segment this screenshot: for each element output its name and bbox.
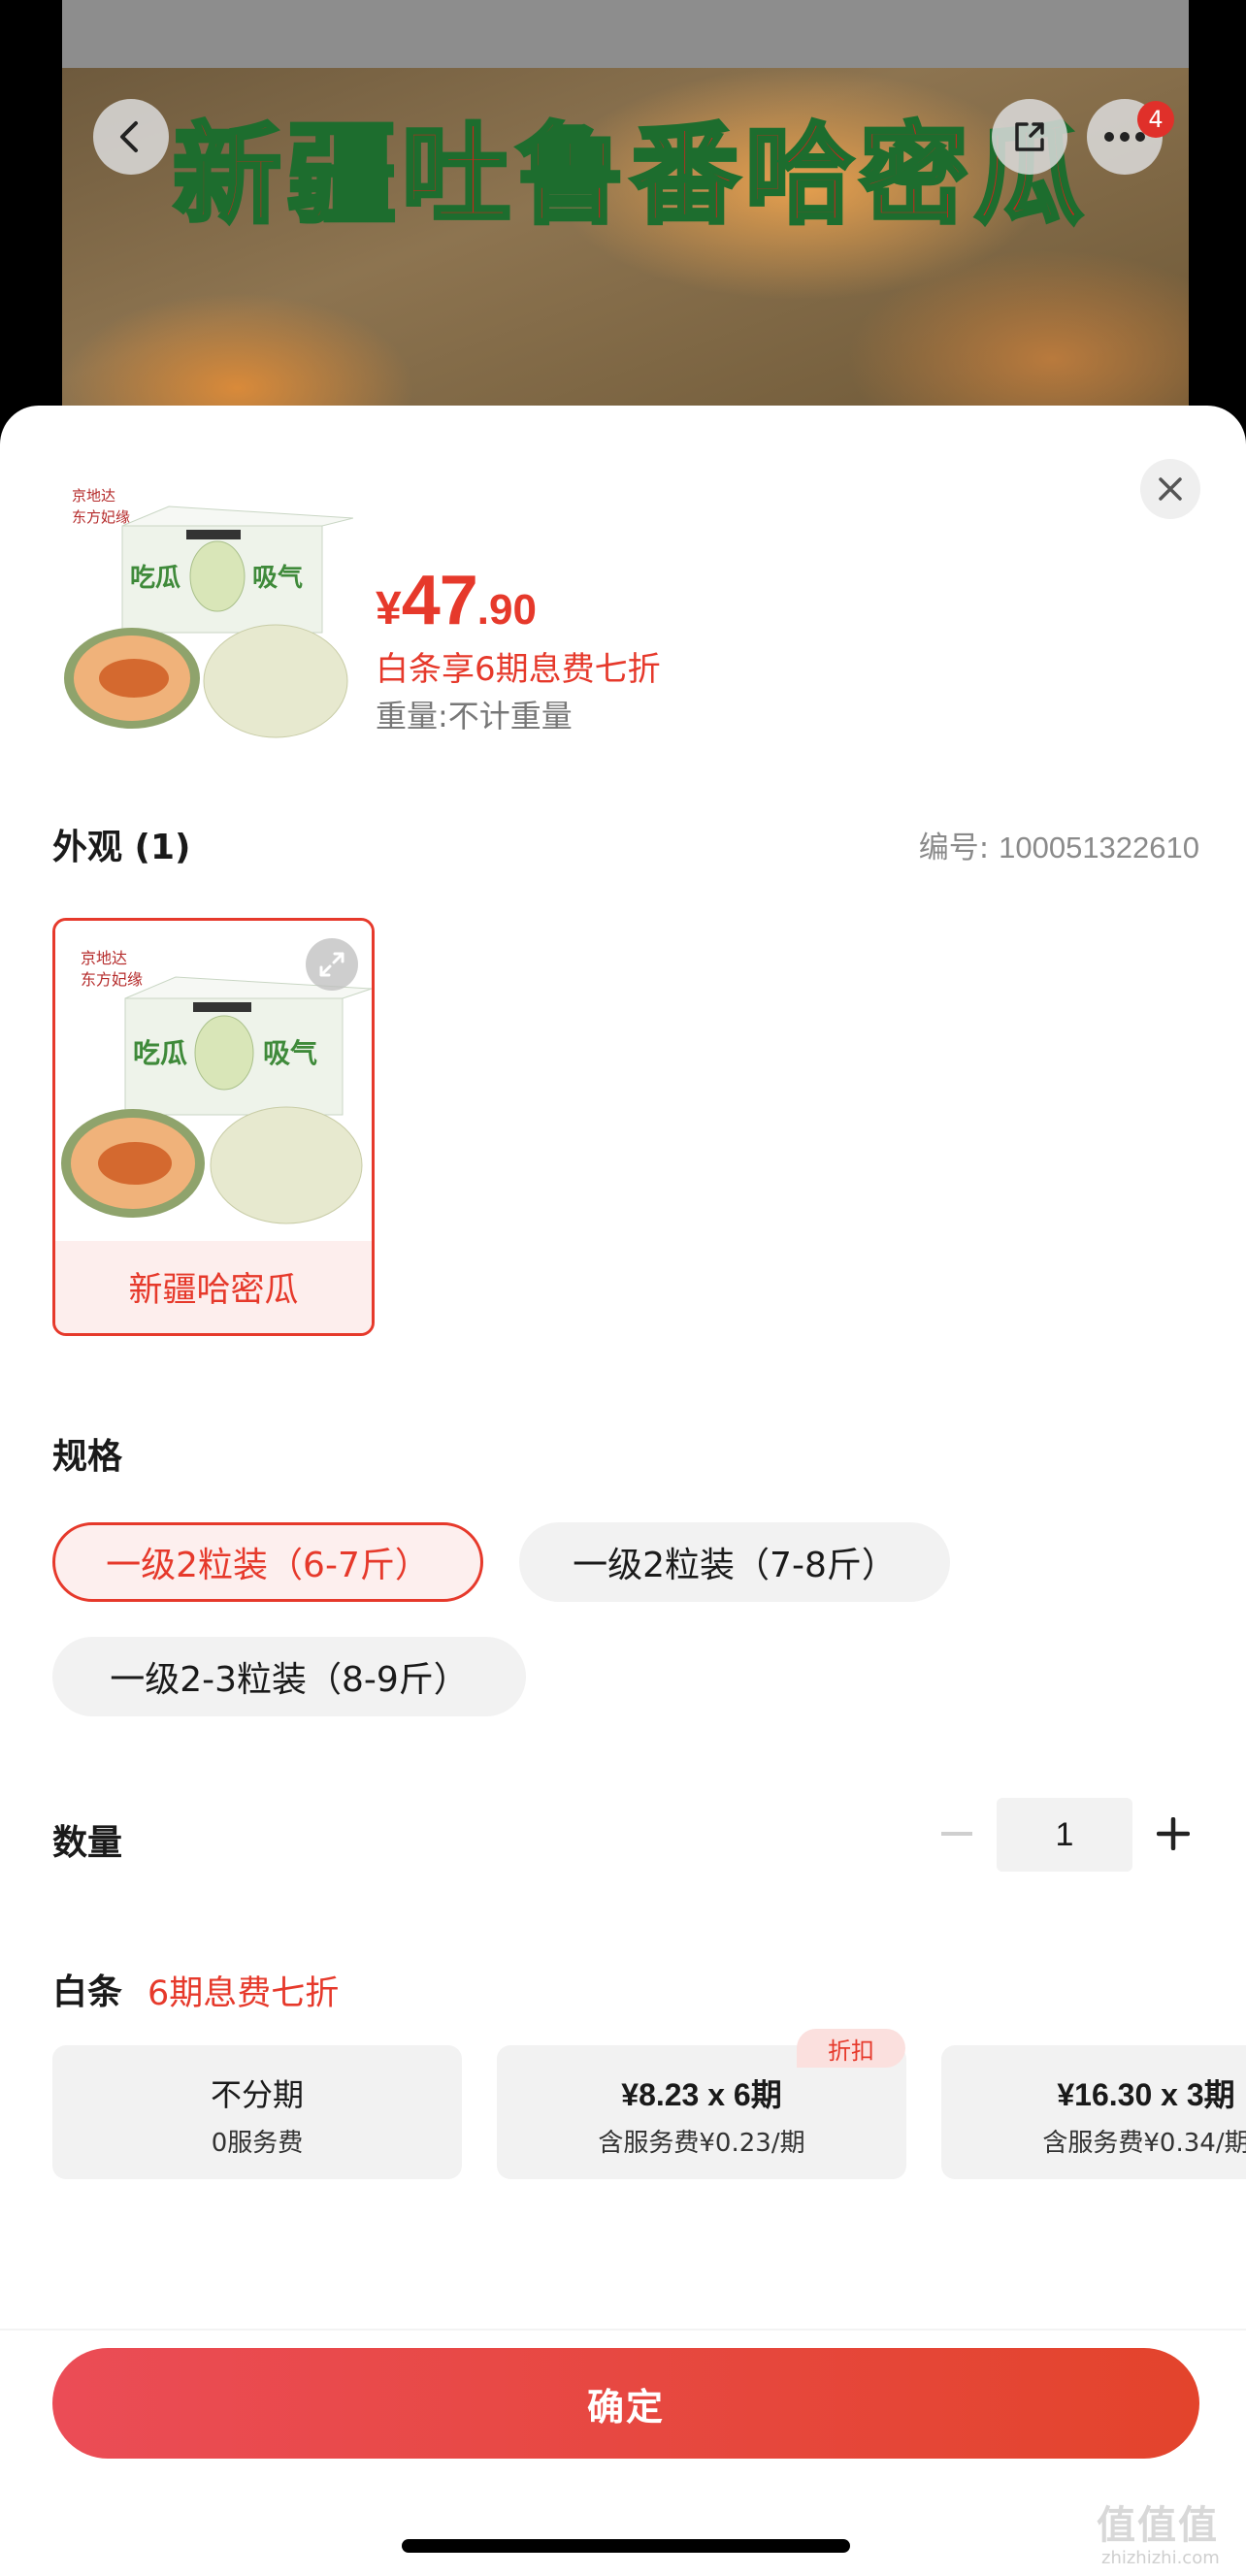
- svg-text:吸气: 吸气: [252, 563, 303, 593]
- expand-image-button[interactable]: [306, 938, 358, 991]
- installment-plan-3[interactable]: ¥16.30 x 3期 含服务费¥0.34/期: [941, 2045, 1246, 2179]
- chevron-left-icon: [120, 121, 138, 152]
- svg-text:吃瓜: 吃瓜: [133, 1037, 187, 1069]
- plan-fee: 0服务费: [211, 2129, 304, 2158]
- product-thumbnail[interactable]: 吃瓜 吸气 京地达 东方妃缘: [62, 479, 353, 741]
- baitiao-title: 白条: [52, 1973, 123, 2012]
- confirm-button[interactable]: 确定: [52, 2348, 1199, 2459]
- svg-text:东方妃缘: 东方妃缘: [81, 970, 143, 989]
- more-dots-icon: [1104, 132, 1145, 142]
- product-code: 编号: 100051322610: [919, 823, 1199, 866]
- product-weight: 重量:不计重量: [376, 698, 573, 734]
- watermark-url: zhizhizhi.com: [1101, 2548, 1220, 2568]
- close-icon: [1159, 477, 1182, 501]
- watermark-logo: 值值值: [1097, 2503, 1219, 2548]
- installment-plan-none[interactable]: 不分期 0服务费: [52, 2045, 462, 2179]
- share-button[interactable]: [992, 99, 1067, 175]
- quantity-title: 数量: [52, 1823, 123, 1863]
- close-button[interactable]: [1140, 459, 1200, 519]
- spec-option[interactable]: 一级2-3粒装（8-9斤）: [52, 1637, 526, 1716]
- price-currency: ¥: [376, 583, 402, 635]
- discount-badge: 折扣: [797, 2029, 905, 2068]
- back-button[interactable]: [93, 99, 169, 175]
- plan-fee: 含服务费¥0.34/期: [1042, 2129, 1246, 2158]
- plan-fee: 含服务费¥0.23/期: [598, 2129, 805, 2158]
- quantity-increase-button[interactable]: [1151, 1805, 1196, 1863]
- minus-icon: [941, 1832, 972, 1836]
- product-code-label: 编号:: [918, 831, 990, 865]
- baitiao-promo-tag: 6期息费七折: [148, 1974, 340, 2013]
- svg-text:吃瓜: 吃瓜: [130, 564, 180, 593]
- variant-label: 新疆哈密瓜: [55, 1241, 372, 1333]
- quantity-decrease-button[interactable]: [934, 1805, 979, 1863]
- appearance-title: 外观 (1): [52, 828, 191, 867]
- product-price: ¥47.90: [376, 561, 537, 640]
- banner-top-strip: [62, 0, 1189, 68]
- installment-promo: 白条享6期息费七折: [376, 650, 661, 689]
- notification-badge: 4: [1137, 101, 1174, 138]
- plan-title: 不分期: [210, 2076, 304, 2113]
- footer-divider: [0, 2329, 1246, 2331]
- svg-text:吸气: 吸气: [263, 1037, 317, 1069]
- spec-option-selected[interactable]: 一级2粒装（6-7斤）: [52, 1522, 483, 1602]
- spec-title: 规格: [52, 1437, 123, 1477]
- share-icon: [1015, 122, 1044, 151]
- spec-option[interactable]: 一级2粒装（7-8斤）: [519, 1522, 950, 1602]
- quantity-value[interactable]: 1: [997, 1798, 1132, 1872]
- melon-box-image: 吃瓜 吸气 京地达 东方妃缘: [62, 479, 353, 741]
- appearance-option-selected[interactable]: 吃瓜 吸气 京地达 东方妃缘 新疆哈密瓜: [52, 918, 375, 1336]
- svg-text:京地达: 京地达: [72, 487, 115, 505]
- product-code-value: 100051322610: [999, 831, 1199, 864]
- svg-text:东方妃缘: 东方妃缘: [72, 508, 130, 526]
- plan-title: ¥16.30 x 3期: [1057, 2077, 1235, 2112]
- price-decimal: .90: [476, 586, 537, 634]
- svg-text:京地达: 京地达: [81, 949, 127, 967]
- home-indicator: [402, 2539, 850, 2553]
- price-integer: 47: [401, 562, 478, 639]
- product-page-background: 新疆吐鲁番哈密瓜 4: [0, 0, 1246, 427]
- expand-icon: [319, 952, 344, 977]
- plus-icon: [1157, 1817, 1190, 1850]
- plan-title: ¥8.23 x 6期: [621, 2077, 782, 2112]
